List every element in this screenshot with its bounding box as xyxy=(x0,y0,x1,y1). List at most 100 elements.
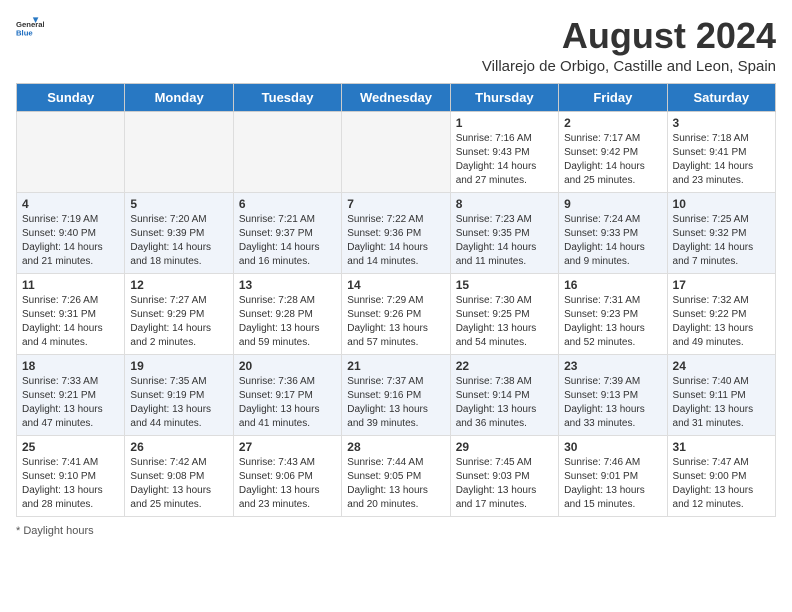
logo: GeneralBlue xyxy=(16,16,44,44)
calendar-week-row: 4 Sunrise: 7:19 AMSunset: 9:40 PMDaylight… xyxy=(17,192,776,273)
logo-icon: GeneralBlue xyxy=(16,16,44,44)
calendar-cell: 26 Sunrise: 7:42 AMSunset: 9:08 PMDayligh… xyxy=(125,435,233,516)
svg-text:Blue: Blue xyxy=(16,29,33,38)
day-info: Sunrise: 7:16 AMSunset: 9:43 PMDaylight:… xyxy=(456,132,553,188)
day-number: 17 xyxy=(673,278,770,292)
day-info: Sunrise: 7:25 AMSunset: 9:32 PMDaylight:… xyxy=(673,213,770,269)
day-number: 8 xyxy=(456,197,553,211)
day-info: Sunrise: 7:43 AMSunset: 9:06 PMDaylight:… xyxy=(239,456,336,512)
day-number: 20 xyxy=(239,359,336,373)
calendar-cell: 10 Sunrise: 7:25 AMSunset: 9:32 PMDayligh… xyxy=(667,192,775,273)
day-number: 10 xyxy=(673,197,770,211)
calendar-cell: 4 Sunrise: 7:19 AMSunset: 9:40 PMDaylight… xyxy=(17,192,125,273)
calendar-header-row: SundayMondayTuesdayWednesdayThursdayFrid… xyxy=(17,83,776,111)
day-number: 25 xyxy=(22,440,119,454)
calendar-day-header: Friday xyxy=(559,83,667,111)
day-number: 26 xyxy=(130,440,227,454)
calendar-cell: 20 Sunrise: 7:36 AMSunset: 9:17 PMDayligh… xyxy=(233,354,341,435)
day-number: 24 xyxy=(673,359,770,373)
calendar-cell: 29Sunrise: 7:45 AMSunset: 9:03 PMDayligh… xyxy=(450,435,558,516)
day-number: 23 xyxy=(564,359,661,373)
calendar-cell: 13Sunrise: 7:28 AMSunset: 9:28 PMDayligh… xyxy=(233,273,341,354)
day-number: 30 xyxy=(564,440,661,454)
calendar-cell: 8Sunrise: 7:23 AMSunset: 9:35 PMDaylight… xyxy=(450,192,558,273)
day-info: Sunrise: 7:46 AMSunset: 9:01 PMDaylight:… xyxy=(564,456,661,512)
day-info: Sunrise: 7:36 AMSunset: 9:17 PMDaylight:… xyxy=(239,375,336,431)
calendar-cell: 19 Sunrise: 7:35 AMSunset: 9:19 PMDayligh… xyxy=(125,354,233,435)
day-number: 18 xyxy=(22,359,119,373)
day-info: Sunrise: 7:40 AMSunset: 9:11 PMDaylight:… xyxy=(673,375,770,431)
day-number: 4 xyxy=(22,197,119,211)
calendar-cell: 7 Sunrise: 7:22 AMSunset: 9:36 PMDaylight… xyxy=(342,192,450,273)
page-header: GeneralBlue August 2024 Villarejo de Orb… xyxy=(16,16,776,75)
day-number: 29 xyxy=(456,440,553,454)
calendar-cell: 25Sunrise: 7:41 AMSunset: 9:10 PMDayligh… xyxy=(17,435,125,516)
day-number: 7 xyxy=(347,197,444,211)
calendar-cell: 15 Sunrise: 7:30 AMSunset: 9:25 PMDayligh… xyxy=(450,273,558,354)
calendar-cell xyxy=(233,111,341,192)
calendar-day-header: Saturday xyxy=(667,83,775,111)
calendar-cell: 5Sunrise: 7:20 AMSunset: 9:39 PMDaylight… xyxy=(125,192,233,273)
calendar-day-header: Monday xyxy=(125,83,233,111)
day-info: Sunrise: 7:32 AMSunset: 9:22 PMDaylight:… xyxy=(673,294,770,350)
calendar-cell: 14Sunrise: 7:29 AMSunset: 9:26 PMDayligh… xyxy=(342,273,450,354)
day-number: 22 xyxy=(456,359,553,373)
calendar-day-header: Sunday xyxy=(17,83,125,111)
day-info: Sunrise: 7:21 AMSunset: 9:37 PMDaylight:… xyxy=(239,213,336,269)
calendar-cell: 23 Sunrise: 7:39 AMSunset: 9:13 PMDayligh… xyxy=(559,354,667,435)
day-info: Sunrise: 7:42 AMSunset: 9:08 PMDaylight:… xyxy=(130,456,227,512)
day-info: Sunrise: 7:19 AMSunset: 9:40 PMDaylight:… xyxy=(22,213,119,269)
day-info: Sunrise: 7:31 AMSunset: 9:23 PMDaylight:… xyxy=(564,294,661,350)
calendar-cell xyxy=(342,111,450,192)
calendar-cell: 31 Sunrise: 7:47 AMSunset: 9:00 PMDayligh… xyxy=(667,435,775,516)
title-block: August 2024 Villarejo de Orbigo, Castill… xyxy=(482,16,776,75)
main-title: August 2024 xyxy=(482,16,776,56)
day-info: Sunrise: 7:39 AMSunset: 9:13 PMDaylight:… xyxy=(564,375,661,431)
day-number: 11 xyxy=(22,278,119,292)
calendar-cell: 2 Sunrise: 7:17 AMSunset: 9:42 PMDaylight… xyxy=(559,111,667,192)
day-info: Sunrise: 7:24 AMSunset: 9:33 PMDaylight:… xyxy=(564,213,661,269)
day-info: Sunrise: 7:28 AMSunset: 9:28 PMDaylight:… xyxy=(239,294,336,350)
calendar-cell: 9 Sunrise: 7:24 AMSunset: 9:33 PMDaylight… xyxy=(559,192,667,273)
day-info: Sunrise: 7:47 AMSunset: 9:00 PMDaylight:… xyxy=(673,456,770,512)
calendar-cell: 17 Sunrise: 7:32 AMSunset: 9:22 PMDayligh… xyxy=(667,273,775,354)
calendar-cell: 1Sunrise: 7:16 AMSunset: 9:43 PMDaylight… xyxy=(450,111,558,192)
day-info: Sunrise: 7:30 AMSunset: 9:25 PMDaylight:… xyxy=(456,294,553,350)
calendar-day-header: Wednesday xyxy=(342,83,450,111)
day-number: 3 xyxy=(673,116,770,130)
day-info: Sunrise: 7:33 AMSunset: 9:21 PMDaylight:… xyxy=(22,375,119,431)
day-number: 28 xyxy=(347,440,444,454)
day-info: Sunrise: 7:29 AMSunset: 9:26 PMDaylight:… xyxy=(347,294,444,350)
calendar-cell: 28 Sunrise: 7:44 AMSunset: 9:05 PMDayligh… xyxy=(342,435,450,516)
calendar-week-row: 18 Sunrise: 7:33 AMSunset: 9:21 PMDayligh… xyxy=(17,354,776,435)
day-number: 15 xyxy=(456,278,553,292)
calendar-table: SundayMondayTuesdayWednesdayThursdayFrid… xyxy=(16,83,776,517)
subtitle: Villarejo de Orbigo, Castille and Leon, … xyxy=(482,58,776,75)
calendar-week-row: 11 Sunrise: 7:26 AMSunset: 9:31 PMDayligh… xyxy=(17,273,776,354)
day-number: 21 xyxy=(347,359,444,373)
day-number: 2 xyxy=(564,116,661,130)
calendar-cell xyxy=(125,111,233,192)
day-info: Sunrise: 7:20 AMSunset: 9:39 PMDaylight:… xyxy=(130,213,227,269)
calendar-week-row: 25Sunrise: 7:41 AMSunset: 9:10 PMDayligh… xyxy=(17,435,776,516)
day-info: Sunrise: 7:18 AMSunset: 9:41 PMDaylight:… xyxy=(673,132,770,188)
calendar-cell: 21 Sunrise: 7:37 AMSunset: 9:16 PMDayligh… xyxy=(342,354,450,435)
day-info: Sunrise: 7:17 AMSunset: 9:42 PMDaylight:… xyxy=(564,132,661,188)
day-number: 9 xyxy=(564,197,661,211)
calendar-cell: 3 Sunrise: 7:18 AMSunset: 9:41 PMDaylight… xyxy=(667,111,775,192)
calendar-cell: 18 Sunrise: 7:33 AMSunset: 9:21 PMDayligh… xyxy=(17,354,125,435)
day-info: Sunrise: 7:27 AMSunset: 9:29 PMDaylight:… xyxy=(130,294,227,350)
calendar-cell: 12Sunrise: 7:27 AMSunset: 9:29 PMDayligh… xyxy=(125,273,233,354)
day-info: Sunrise: 7:35 AMSunset: 9:19 PMDaylight:… xyxy=(130,375,227,431)
day-number: 16 xyxy=(564,278,661,292)
day-number: 19 xyxy=(130,359,227,373)
day-info: Sunrise: 7:44 AMSunset: 9:05 PMDaylight:… xyxy=(347,456,444,512)
day-number: 27 xyxy=(239,440,336,454)
day-info: Sunrise: 7:26 AMSunset: 9:31 PMDaylight:… xyxy=(22,294,119,350)
day-info: Sunrise: 7:22 AMSunset: 9:36 PMDaylight:… xyxy=(347,213,444,269)
calendar-cell: 16 Sunrise: 7:31 AMSunset: 9:23 PMDayligh… xyxy=(559,273,667,354)
calendar-cell: 24 Sunrise: 7:40 AMSunset: 9:11 PMDayligh… xyxy=(667,354,775,435)
calendar-cell: 27 Sunrise: 7:43 AMSunset: 9:06 PMDayligh… xyxy=(233,435,341,516)
day-info: Sunrise: 7:37 AMSunset: 9:16 PMDaylight:… xyxy=(347,375,444,431)
day-number: 31 xyxy=(673,440,770,454)
